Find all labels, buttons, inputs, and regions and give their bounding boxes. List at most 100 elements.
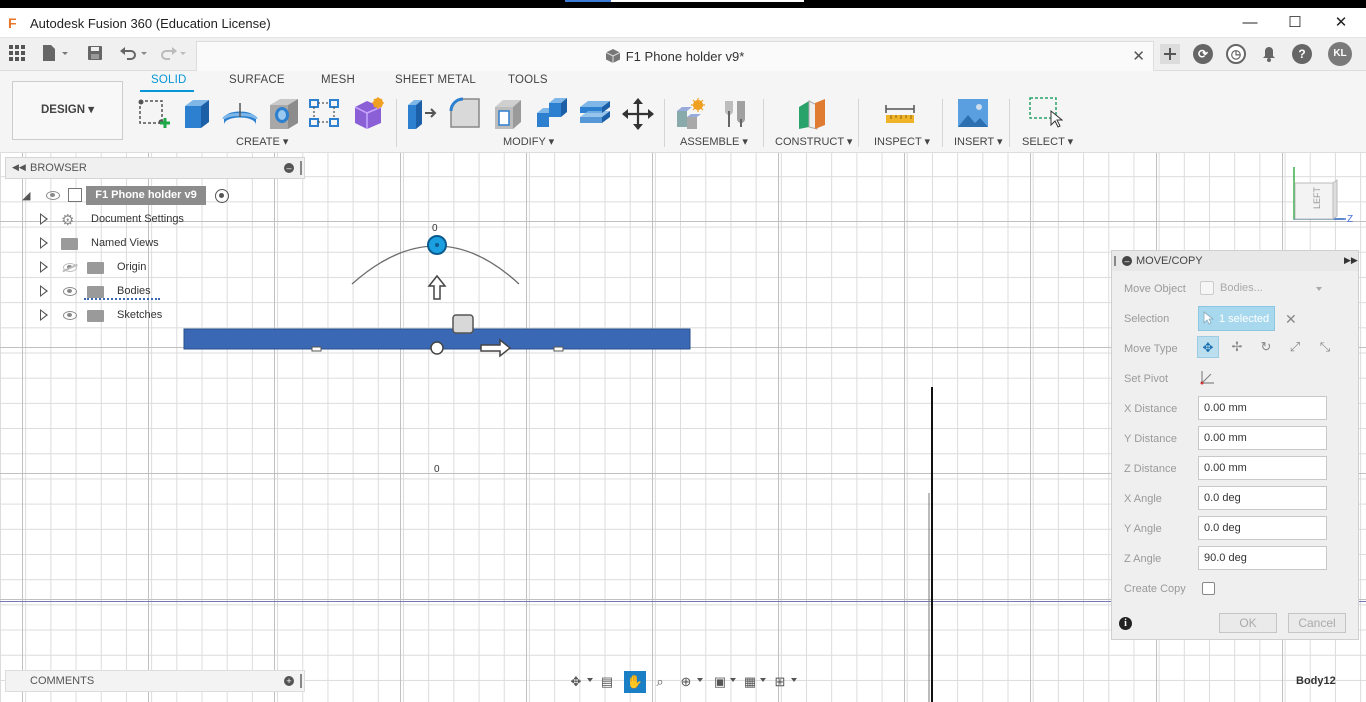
expand-arrow-icon[interactable] bbox=[40, 213, 48, 225]
zoom-icon[interactable]: ⌕ bbox=[651, 673, 669, 691]
set-pivot-icon[interactable] bbox=[1200, 369, 1216, 388]
create-sketch-icon[interactable] bbox=[138, 97, 170, 129]
save-icon[interactable] bbox=[87, 45, 103, 63]
activate-component-icon[interactable] bbox=[215, 189, 229, 203]
user-avatar[interactable]: KL bbox=[1328, 42, 1352, 66]
browser-panel-header[interactable]: ◀◀ BROWSER – bbox=[5, 157, 305, 179]
rotate-value-readout[interactable]: 0 bbox=[432, 223, 438, 234]
z-angle-input[interactable]: 90.0 deg bbox=[1198, 546, 1327, 570]
comments-resize-grip-icon[interactable] bbox=[300, 674, 302, 688]
maximize-button[interactable]: ☐ bbox=[1272, 8, 1318, 37]
job-status-clock-icon[interactable]: ◷ bbox=[1226, 44, 1246, 64]
point-to-position-icon[interactable]: ⤡ bbox=[1314, 336, 1336, 358]
collapse-browser-icon[interactable]: ◀◀ bbox=[12, 162, 26, 173]
extrude-icon[interactable] bbox=[181, 97, 213, 129]
notifications-bell-icon[interactable] bbox=[1262, 46, 1276, 64]
zoom-dropdown-icon[interactable] bbox=[697, 678, 703, 682]
document-tab[interactable]: F1 Phone holder v9* ✕ bbox=[196, 41, 1154, 71]
construct-plane-icon[interactable] bbox=[795, 97, 827, 130]
orbit-icon[interactable]: ✥ bbox=[567, 673, 585, 691]
minimize-button[interactable]: — bbox=[1227, 8, 1273, 37]
create-form-icon[interactable] bbox=[352, 97, 384, 129]
construct-menu[interactable]: CONSTRUCT ▾ bbox=[775, 135, 852, 148]
inspect-menu[interactable]: INSPECT ▾ bbox=[874, 135, 930, 148]
help-icon[interactable]: ? bbox=[1292, 44, 1312, 64]
dialog-collapse-icon[interactable]: – bbox=[1122, 256, 1132, 266]
expand-arrow-icon[interactable] bbox=[40, 285, 48, 297]
dialog-grip-icon[interactable] bbox=[1114, 256, 1116, 266]
root-component-label[interactable]: F1 Phone holder v9 bbox=[86, 186, 206, 205]
browser-resize-grip-icon[interactable] bbox=[300, 161, 302, 175]
comments-panel[interactable]: COMMENTS + bbox=[5, 670, 305, 692]
grid-dropdown-icon[interactable] bbox=[760, 678, 766, 682]
fit-zoom-icon[interactable]: ⊕ bbox=[677, 673, 695, 691]
pan-hand-icon[interactable]: ✋ bbox=[624, 671, 646, 693]
expand-arrow-icon[interactable] bbox=[40, 309, 48, 321]
insert-menu[interactable]: INSERT ▾ bbox=[954, 135, 1003, 148]
info-icon[interactable]: i bbox=[1119, 617, 1132, 630]
move-object-dropdown[interactable]: Bodies... bbox=[1198, 278, 1327, 300]
offset-face-icon[interactable] bbox=[578, 97, 610, 129]
display-dropdown-icon[interactable] bbox=[730, 678, 736, 682]
visibility-eye-icon[interactable] bbox=[46, 191, 60, 200]
browser-item-origin[interactable]: Origin bbox=[40, 257, 240, 279]
browser-item-sketches[interactable]: Sketches bbox=[40, 305, 240, 327]
rotate-icon[interactable]: ↻ bbox=[1255, 336, 1277, 358]
pattern-icon[interactable] bbox=[308, 97, 340, 129]
revolve-icon[interactable] bbox=[222, 97, 258, 129]
new-tab-plus-icon[interactable] bbox=[1160, 44, 1180, 64]
measure-icon[interactable] bbox=[884, 97, 916, 129]
distance-value-readout[interactable]: 0 bbox=[434, 464, 440, 475]
tab-surface[interactable]: SURFACE bbox=[229, 74, 285, 86]
create-menu[interactable]: CREATE ▾ bbox=[236, 135, 288, 148]
undo-icon[interactable] bbox=[119, 45, 149, 63]
view-cube[interactable]: LEFT Z bbox=[1288, 165, 1354, 227]
viewports-icon[interactable]: ⊞ bbox=[771, 673, 789, 691]
x-angle-input[interactable]: 0.0 deg bbox=[1198, 486, 1327, 510]
window-select-icon[interactable] bbox=[1029, 97, 1064, 129]
dialog-expand-icon[interactable]: ▶▶ bbox=[1344, 255, 1358, 266]
tab-mesh[interactable]: MESH bbox=[321, 74, 355, 86]
z-distance-input[interactable]: 0.00 mm bbox=[1198, 456, 1327, 480]
insert-image-icon[interactable] bbox=[957, 97, 989, 129]
ok-button[interactable]: OK bbox=[1219, 613, 1277, 633]
cancel-button[interactable]: Cancel bbox=[1288, 613, 1346, 633]
select-menu[interactable]: SELECT ▾ bbox=[1022, 135, 1073, 148]
display-settings-icon[interactable]: ▣ bbox=[711, 673, 729, 691]
y-angle-input[interactable]: 0.0 deg bbox=[1198, 516, 1327, 540]
browser-minimize-icon[interactable]: – bbox=[284, 163, 294, 173]
extensions-icon[interactable]: ⟳ bbox=[1193, 44, 1213, 64]
orbit-dropdown-icon[interactable] bbox=[587, 678, 593, 682]
combine-icon[interactable] bbox=[535, 97, 567, 129]
tab-solid[interactable]: SOLID bbox=[151, 74, 187, 86]
translate-icon[interactable]: ✢ bbox=[1226, 336, 1248, 358]
clear-selection-icon[interactable]: ✕ bbox=[1285, 311, 1297, 328]
selection-button[interactable]: 1 selected bbox=[1198, 306, 1275, 331]
close-document-icon[interactable]: ✕ bbox=[1132, 47, 1145, 65]
expand-arrow-icon[interactable] bbox=[40, 261, 48, 273]
visibility-eye-icon[interactable] bbox=[63, 311, 77, 320]
workspace-switcher-button[interactable]: DESIGN ▾ bbox=[12, 81, 123, 140]
tab-sheet-metal[interactable]: SHEET METAL bbox=[395, 74, 476, 86]
joint-icon[interactable] bbox=[719, 97, 751, 129]
tab-tools[interactable]: TOOLS bbox=[508, 74, 548, 86]
create-copy-checkbox[interactable] bbox=[1202, 582, 1215, 595]
press-pull-icon[interactable] bbox=[405, 97, 437, 129]
new-component-icon[interactable] bbox=[674, 97, 706, 129]
file-menu-icon[interactable] bbox=[42, 45, 70, 63]
assemble-menu[interactable]: ASSEMBLE ▾ bbox=[680, 135, 748, 148]
shell-icon[interactable] bbox=[491, 97, 523, 129]
data-panel-grid-icon[interactable] bbox=[9, 45, 25, 63]
browser-item-bodies[interactable]: Bodies bbox=[40, 281, 240, 303]
redo-icon[interactable] bbox=[160, 45, 190, 63]
browser-item-named-views[interactable]: Named Views bbox=[40, 233, 240, 255]
move-copy-icon[interactable] bbox=[621, 97, 654, 130]
close-window-button[interactable]: ✕ bbox=[1318, 8, 1364, 37]
look-at-icon[interactable]: ▤ bbox=[598, 673, 616, 691]
point-to-point-icon[interactable]: ⤢ bbox=[1284, 336, 1306, 358]
y-distance-input[interactable]: 0.00 mm bbox=[1198, 426, 1327, 450]
free-move-icon[interactable]: ✥ bbox=[1197, 336, 1219, 358]
grid-settings-icon[interactable]: ▦ bbox=[741, 673, 759, 691]
viewports-dropdown-icon[interactable] bbox=[791, 678, 797, 682]
x-distance-input[interactable]: 0.00 mm bbox=[1198, 396, 1327, 420]
